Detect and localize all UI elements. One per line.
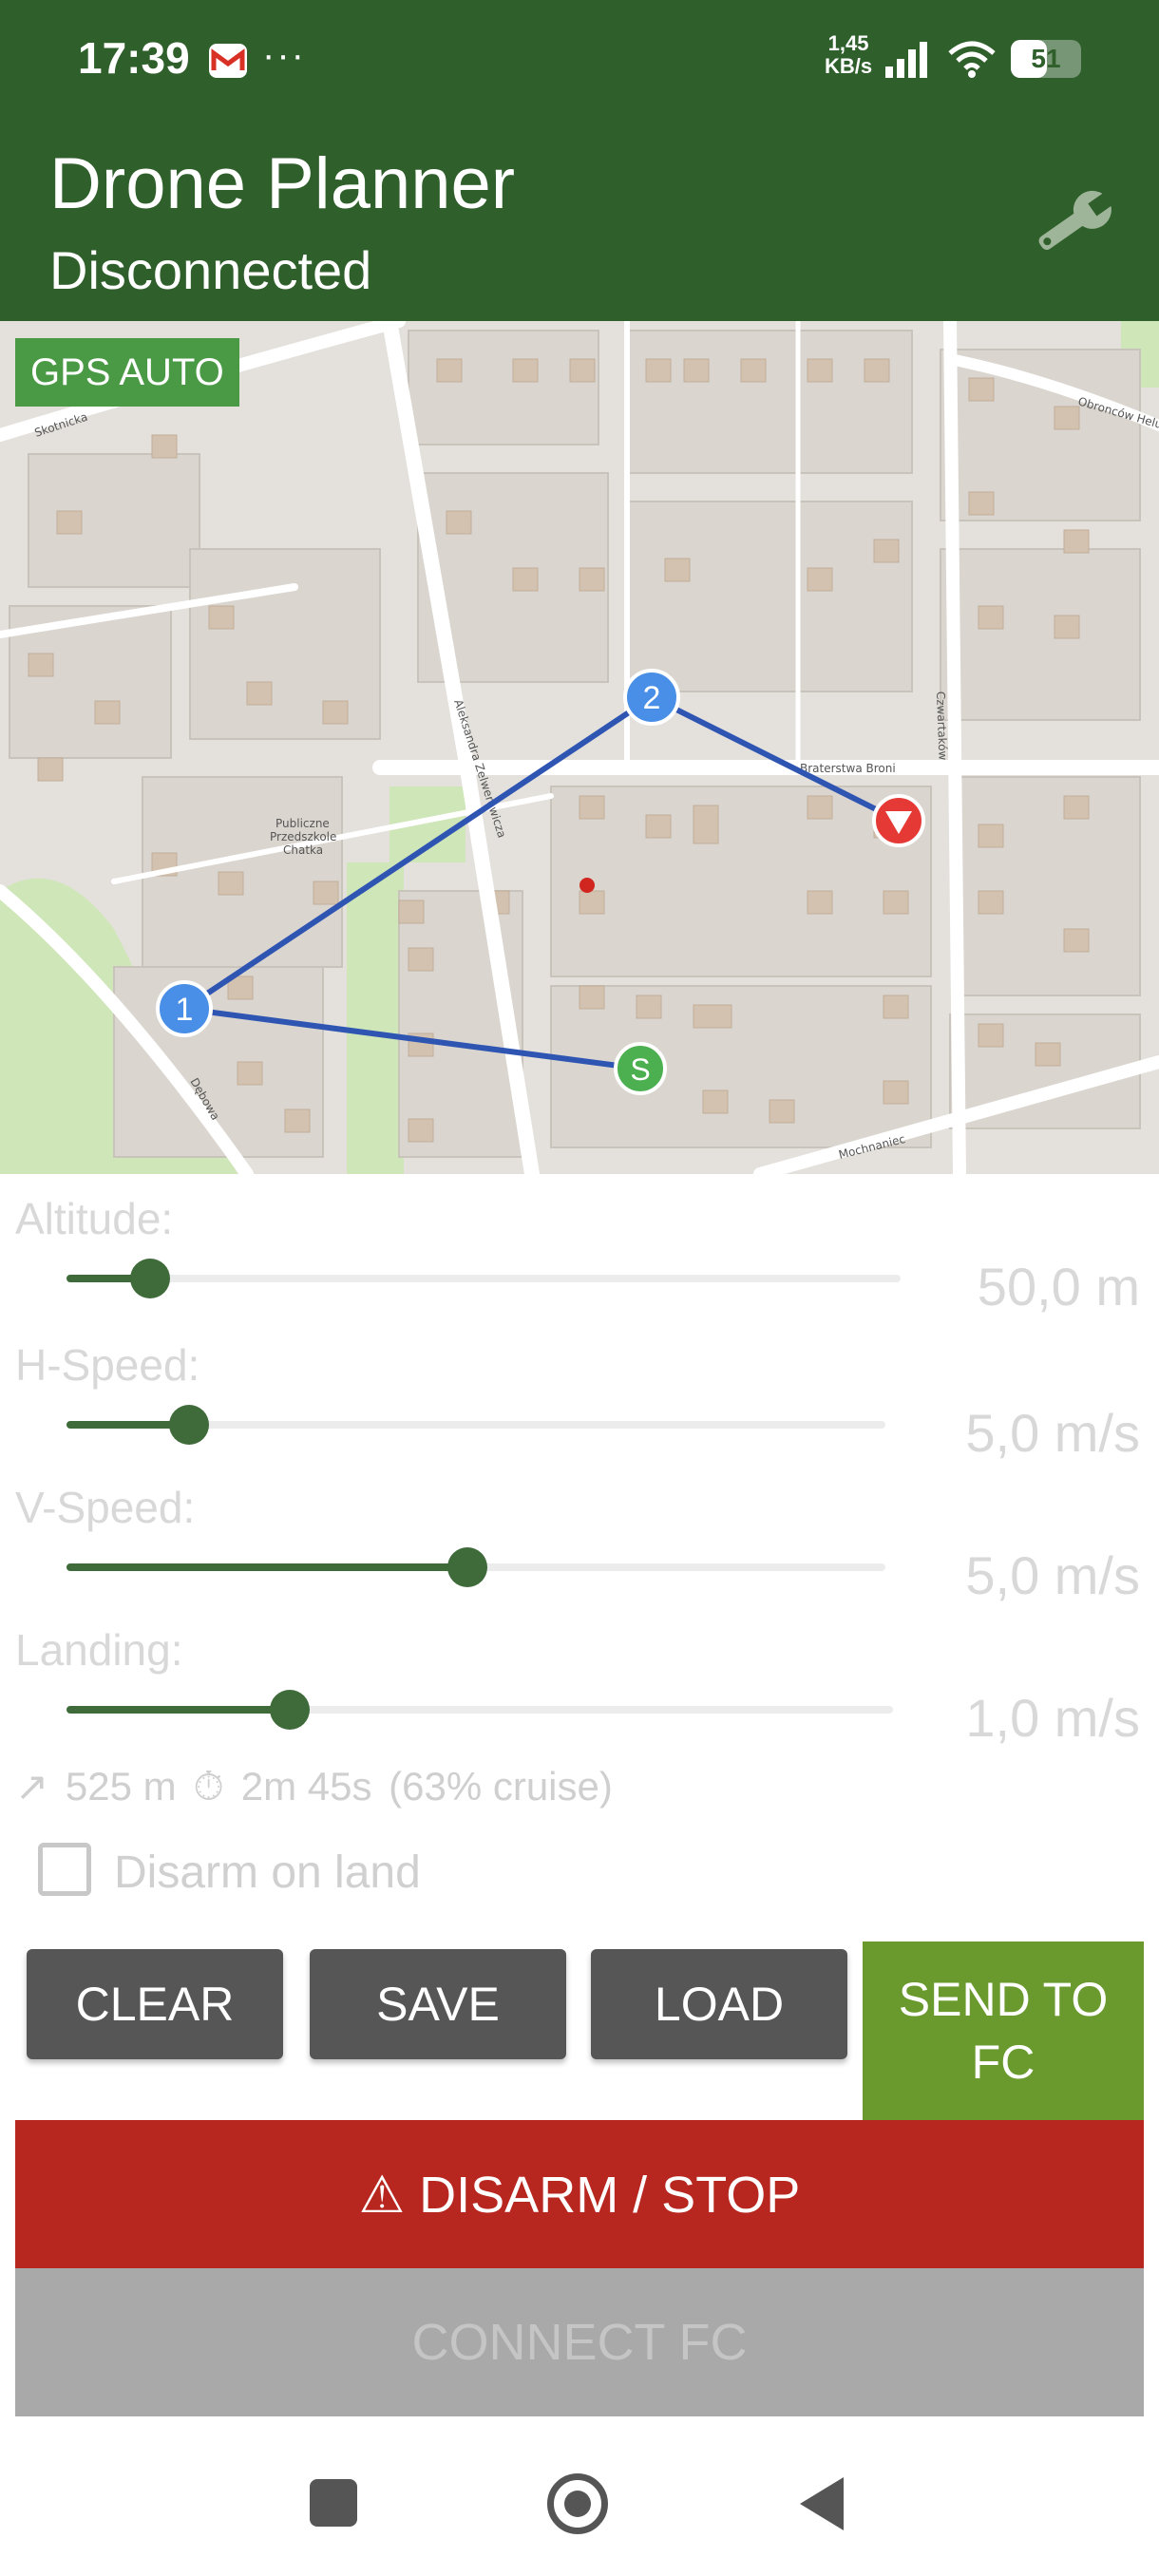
vspeed-slider[interactable]	[66, 1547, 885, 1587]
wifi-icon	[948, 41, 996, 78]
home-icon[interactable]	[547, 2473, 608, 2534]
clear-button[interactable]: CLEAR	[27, 1949, 283, 2059]
poi-label: Publiczne	[276, 817, 330, 830]
landing-marker[interactable]	[872, 794, 925, 847]
vspeed-value: 5,0 m/s	[965, 1545, 1140, 1605]
app-header: 17:39 ··· 1,45 KB/s 51 Drone Planner Dis…	[0, 0, 1159, 321]
altitude-value: 50,0 m	[977, 1257, 1140, 1316]
battery-icon: 51	[1011, 40, 1081, 78]
status-time: 17:39	[78, 33, 190, 83]
altitude-slider[interactable]	[66, 1259, 901, 1298]
street-label: Czwartaków	[934, 691, 950, 761]
street-label: Braterstwa Broni	[800, 762, 896, 775]
connection-status: Disconnected	[49, 240, 372, 300]
send-to-fc-button[interactable]: SEND TO FC	[863, 1941, 1144, 2120]
wrench-icon[interactable]	[1024, 180, 1119, 266]
altitude-label: Altitude:	[15, 1194, 174, 1243]
map-view[interactable]: Skotnicka Aleksandra Zelwerowicza Brater…	[0, 321, 1159, 1174]
recents-icon[interactable]	[310, 2479, 357, 2527]
poi-label: Przedszkole	[270, 830, 336, 843]
landing-label: Landing:	[15, 1625, 183, 1675]
svg-text:S: S	[630, 1052, 650, 1087]
arrow-up-right-icon: ↗	[15, 1764, 49, 1809]
load-button[interactable]: LOAD	[591, 1949, 847, 2059]
distance-value: 525 m	[65, 1764, 177, 1809]
connect-fc-button[interactable]: CONNECT FC	[15, 2268, 1144, 2416]
system-nav-bar	[0, 2432, 1159, 2576]
flight-stats: ↗ 525 m ⏱ 2m 45s (63% cruise)	[15, 1763, 618, 1810]
signal-icon	[885, 42, 927, 78]
app-title: Drone Planner	[49, 143, 516, 224]
disarm-on-land-checkbox[interactable]	[38, 1843, 91, 1896]
waypoint-1[interactable]: 1	[156, 980, 213, 1037]
svg-text:2: 2	[643, 680, 661, 716]
gps-mode-badge[interactable]: GPS AUTO	[15, 338, 239, 407]
current-location-marker	[580, 878, 595, 893]
hspeed-label: H-Speed:	[15, 1340, 200, 1390]
gmail-icon	[209, 44, 247, 78]
vspeed-label: V-Speed:	[15, 1483, 196, 1532]
svg-text:1: 1	[176, 992, 194, 1028]
hspeed-slider[interactable]	[66, 1405, 885, 1445]
landing-slider[interactable]	[66, 1690, 893, 1730]
save-button[interactable]: SAVE	[310, 1949, 566, 2059]
more-dots-icon: ···	[262, 34, 306, 76]
hspeed-value: 5,0 m/s	[965, 1403, 1140, 1463]
disarm-on-land-label[interactable]: Disarm on land	[114, 1847, 421, 1899]
waypoint-start[interactable]: S	[614, 1042, 667, 1095]
waypoint-2[interactable]: 2	[623, 669, 680, 726]
poi-label: Chatka	[283, 843, 323, 857]
cruise-value: (63% cruise)	[389, 1764, 613, 1809]
timer-icon: ⏱	[193, 1764, 225, 1809]
map-canvas[interactable]: Skotnicka Aleksandra Zelwerowicza Brater…	[0, 321, 1159, 1174]
net-speed: 1,45 KB/s	[825, 31, 873, 78]
landing-value: 1,0 m/s	[965, 1688, 1140, 1748]
disarm-stop-button[interactable]: ⚠ DISARM / STOP	[15, 2120, 1144, 2268]
back-icon[interactable]	[800, 2477, 844, 2530]
time-value: 2m 45s	[240, 1764, 372, 1809]
